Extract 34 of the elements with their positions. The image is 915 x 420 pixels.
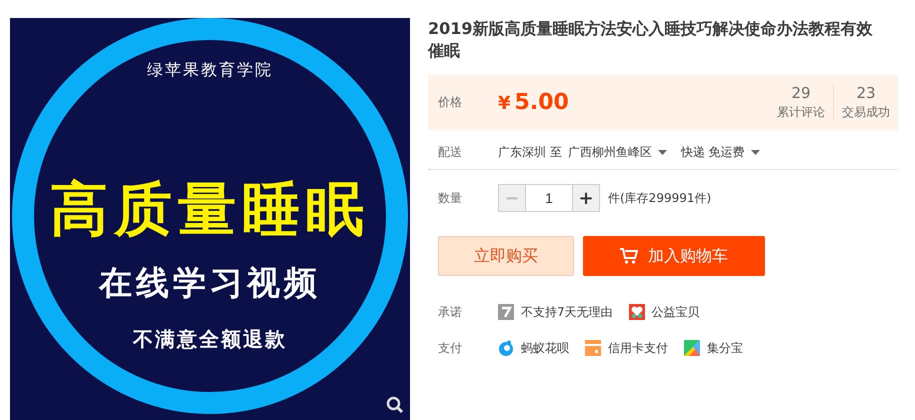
- stat-label: 累计评论: [777, 104, 825, 121]
- quantity-input[interactable]: 1: [526, 184, 572, 212]
- destination-dropdown[interactable]: 广西柳州鱼峰区: [568, 144, 652, 160]
- credit-card-icon: [585, 340, 601, 356]
- promise-label: 承诺: [438, 304, 463, 320]
- image-brand: 绿苹果教育学院: [147, 60, 273, 81]
- plus-button[interactable]: +: [572, 184, 600, 212]
- cart-icon: [620, 248, 638, 264]
- payment-method: 蚂蚁花呗: [521, 340, 569, 356]
- payment-label: 支付: [438, 340, 463, 356]
- stock-text: 件(库存299991件): [608, 190, 712, 206]
- caret-icon: [750, 150, 760, 154]
- delivery-label: 配送: [438, 144, 463, 160]
- promise-item: 公益宝贝: [652, 304, 700, 320]
- payment-method: 集分宝: [707, 340, 743, 356]
- price-value: ¥ 5.00: [498, 90, 570, 115]
- caret-icon: [658, 150, 667, 154]
- stat-label: 交易成功: [842, 104, 890, 121]
- image-headline: 高质量睡眠: [50, 174, 370, 245]
- jifen-icon: [684, 340, 700, 356]
- image-note: 不满意全额退款: [133, 326, 287, 353]
- price-label: 价格: [438, 94, 463, 111]
- origin-text: 广东深圳 至: [498, 144, 562, 160]
- product-title: 2019新版高质量睡眠方法安心入睡技巧解决使命办法教程有效催眠: [428, 18, 874, 62]
- huabei-icon: [498, 340, 514, 356]
- stat-value: 29: [791, 84, 811, 102]
- seven-icon: [498, 304, 514, 320]
- shipping-dropdown[interactable]: 快递 免运费: [680, 144, 745, 160]
- stat-value: 23: [856, 84, 876, 102]
- search-icon[interactable]: [386, 396, 404, 414]
- promise-item: 不支持7天无理由: [521, 304, 613, 320]
- image-subline: 在线学习视频: [99, 262, 321, 304]
- payment-method: 信用卡支付: [608, 340, 668, 356]
- quantity-label: 数量: [438, 190, 463, 206]
